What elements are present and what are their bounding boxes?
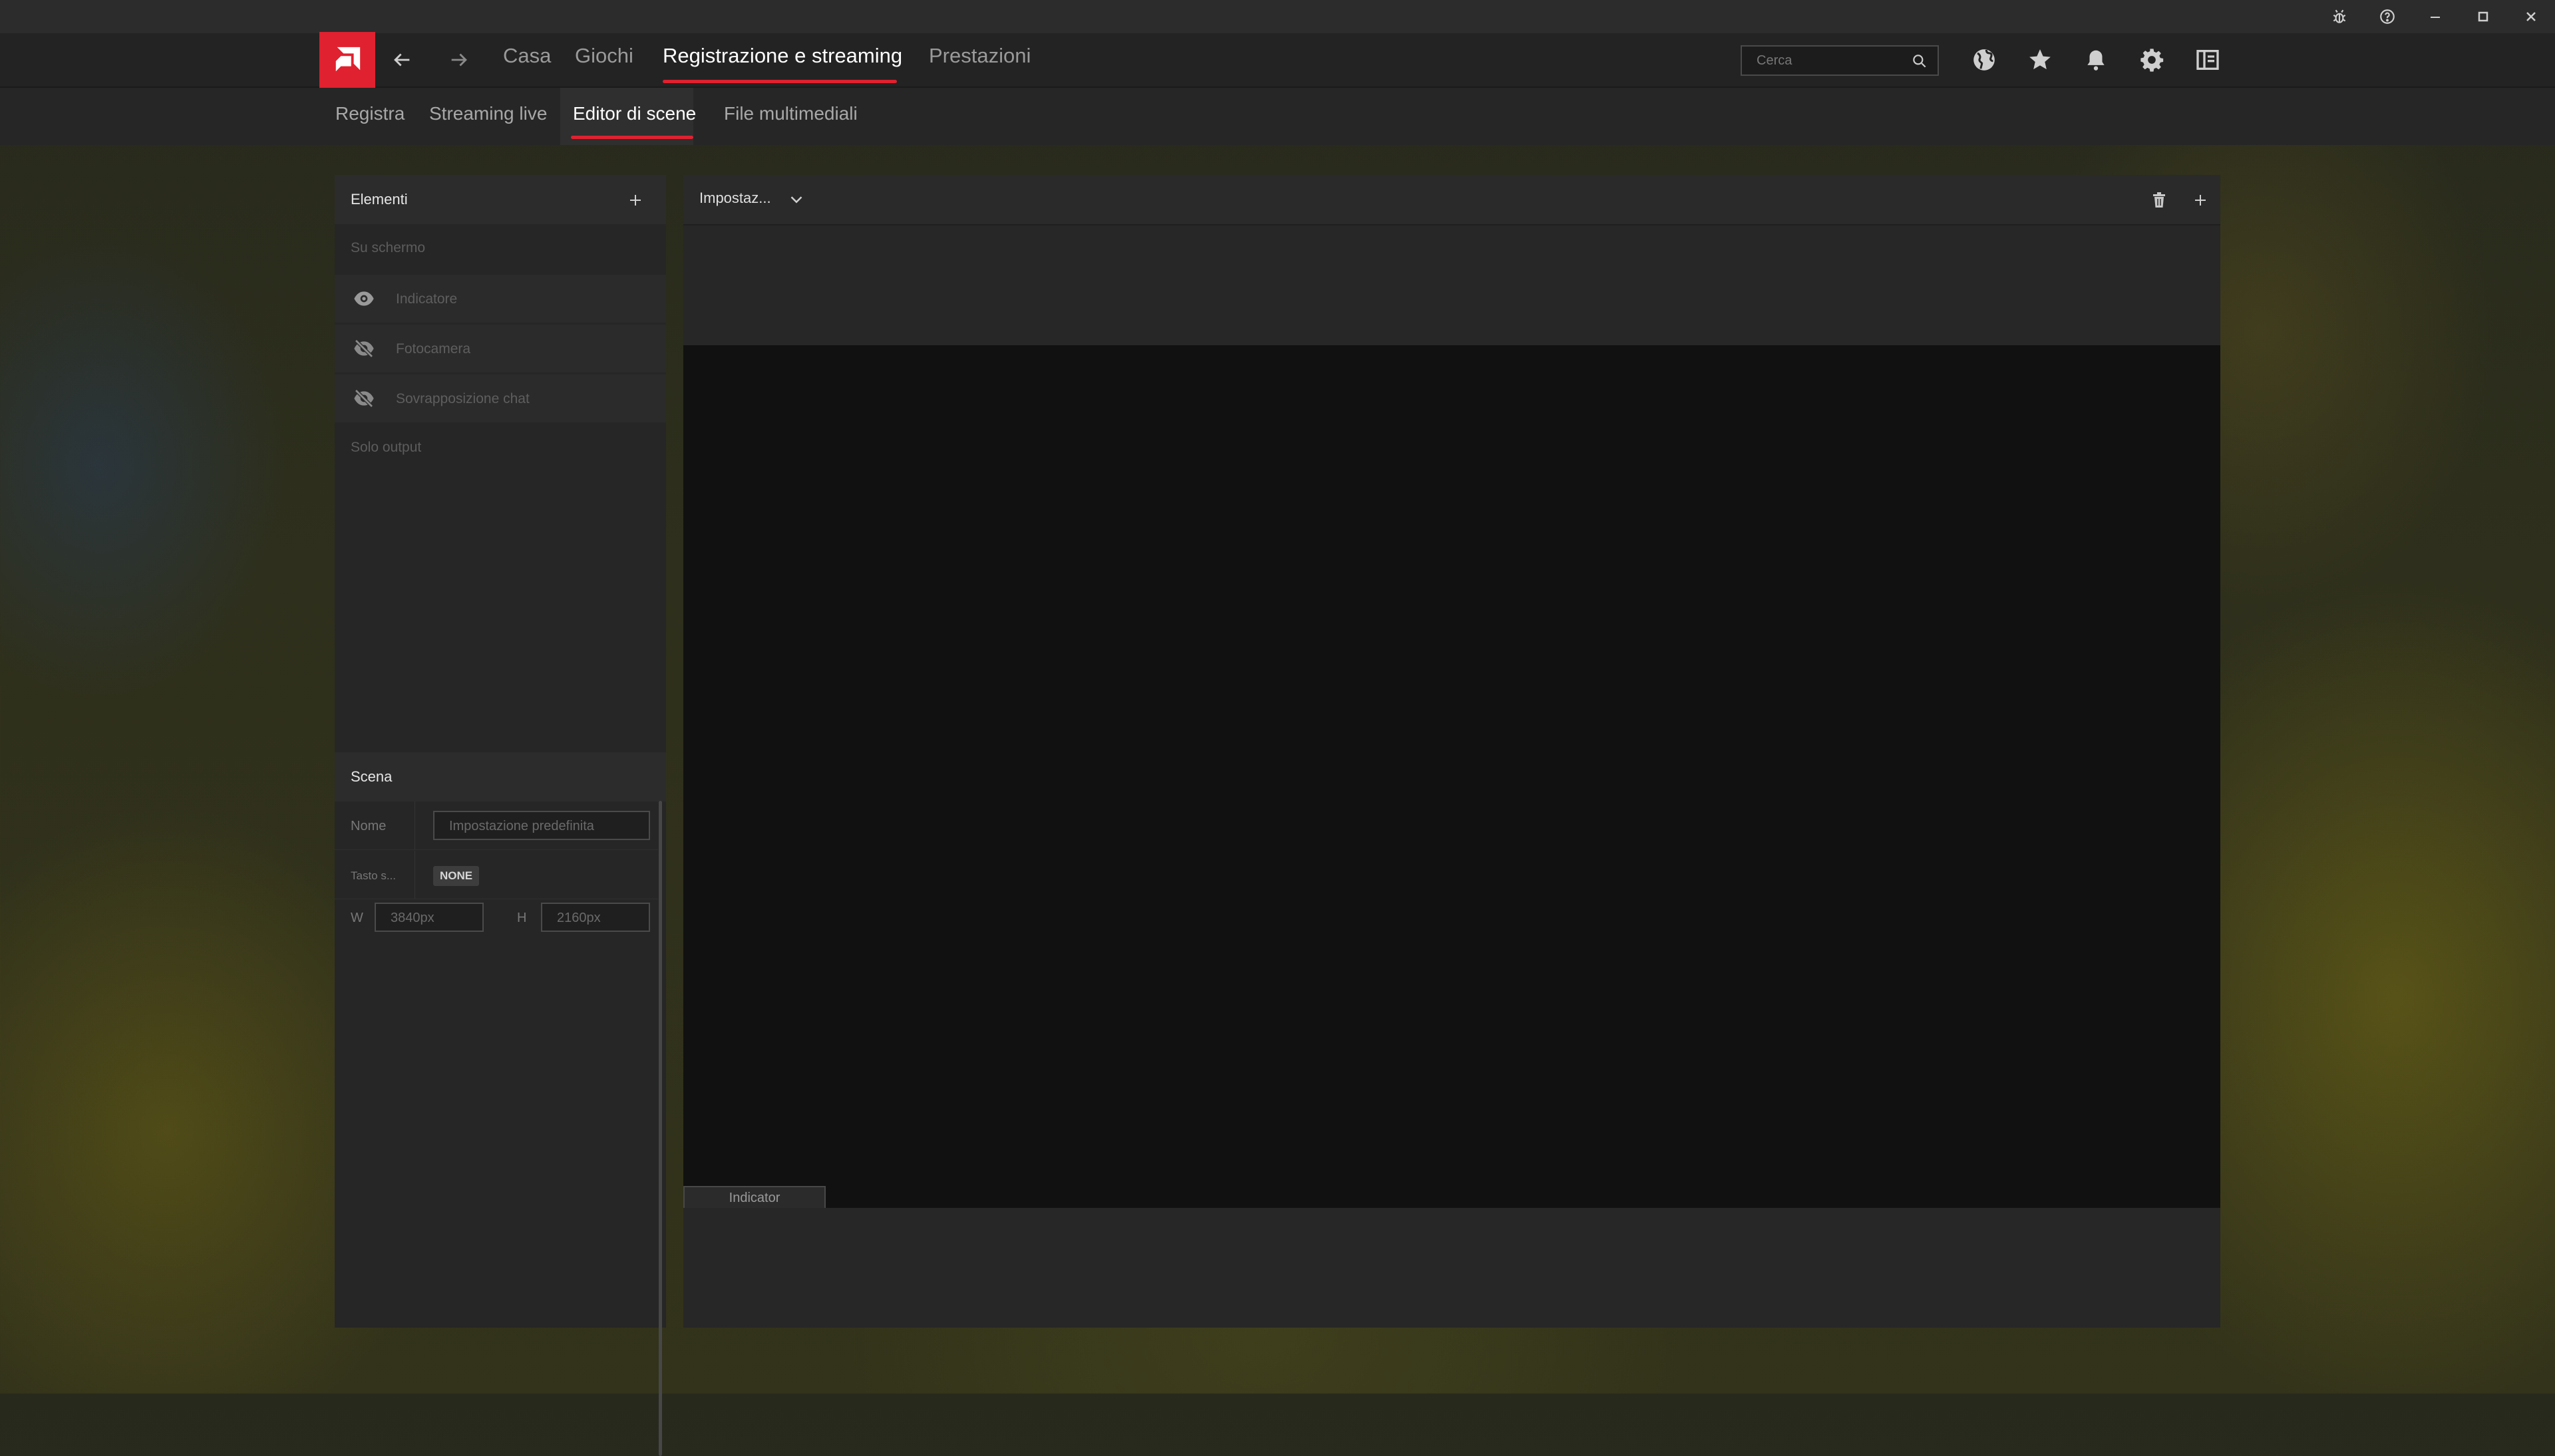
panel-icon[interactable] <box>2190 43 2225 77</box>
globe-icon[interactable] <box>1967 43 2001 77</box>
elements-title: Elementi <box>351 191 408 208</box>
scene-toolbar: Impostaz... <box>683 175 2220 224</box>
nav-tab-registrazione[interactable]: Registrazione e streaming <box>663 44 902 81</box>
add-scene-icon[interactable] <box>2187 187 2214 214</box>
arrow-left-icon[interactable] <box>383 41 421 78</box>
search-input[interactable]: Cerca <box>1757 53 1792 69</box>
title-bar <box>0 0 2555 33</box>
subtab-editor-di-scene[interactable]: Editor di scene <box>573 103 696 124</box>
subtab-registra[interactable]: Registra <box>335 103 405 124</box>
search-box[interactable]: Cerca <box>1741 45 1939 76</box>
scene-header: Scena <box>335 752 666 801</box>
width-input[interactable]: 3840px <box>375 903 484 932</box>
hotkey-label: Tasto s... <box>351 869 397 882</box>
active-tab-indicator <box>663 80 897 83</box>
element-label: Fotocamera <box>396 341 471 357</box>
subtab-streaming-live[interactable]: Streaming live <box>429 103 547 124</box>
add-element-icon[interactable] <box>622 187 649 214</box>
eye-icon[interactable] <box>353 289 375 308</box>
eye-off-icon[interactable] <box>353 339 375 358</box>
element-label: Indicatore <box>396 291 458 307</box>
scene-hotkey-row: Tasto s... NONE <box>335 851 658 899</box>
scene-canvas[interactable] <box>683 345 2220 1208</box>
scene-bottom-strip <box>683 1208 2220 1328</box>
amd-logo[interactable] <box>319 32 375 88</box>
canvas-indicator-element[interactable]: Indicator <box>683 1186 826 1210</box>
minimize-icon[interactable] <box>2409 0 2462 33</box>
arrow-right-icon[interactable] <box>440 41 478 78</box>
bug-icon[interactable] <box>2313 0 2366 33</box>
scene-name-label: Nome <box>351 819 387 833</box>
subtab-file-multimediali[interactable]: File multimediali <box>724 103 858 124</box>
scene-title: Scena <box>351 768 393 785</box>
height-input[interactable]: 2160px <box>541 903 650 932</box>
bell-icon[interactable] <box>2079 43 2113 77</box>
scene-name-input[interactable]: Impostazione predefinita <box>433 811 650 840</box>
height-label: H <box>517 911 527 925</box>
maximize-icon[interactable] <box>2457 0 2510 33</box>
star-icon[interactable] <box>2023 43 2057 77</box>
nav-tab-giochi[interactable]: Giochi <box>575 44 633 81</box>
elements-panel: Elementi Su schermo Indicatore Fotocamer… <box>335 175 666 1456</box>
help-icon[interactable] <box>2361 0 2414 33</box>
active-subtab-indicator <box>571 136 693 139</box>
nav-tab-casa[interactable]: Casa <box>503 44 551 81</box>
scene-size-row: W 3840px H 2160px <box>335 900 658 948</box>
eye-off-icon[interactable] <box>353 389 375 408</box>
nav-tab-prestazioni[interactable]: Prestazioni <box>929 44 1031 81</box>
element-item-sovrapposizione-chat[interactable]: Sovrapposizione chat <box>335 374 666 422</box>
trash-icon[interactable] <box>2146 187 2172 214</box>
elements-header: Elementi <box>335 175 666 224</box>
on-screen-label: Su schermo <box>351 240 426 255</box>
output-only-label: Solo output <box>351 440 422 455</box>
element-label: Sovrapposizione chat <box>396 391 530 406</box>
scene-select[interactable]: Impostaz... <box>699 190 771 207</box>
scene-top-strip <box>683 225 2220 345</box>
chevron-down-icon[interactable] <box>786 190 806 210</box>
scene-scrollbar[interactable] <box>659 801 662 1456</box>
scene-name-row: Nome Impostazione predefinita <box>335 801 658 850</box>
close-icon[interactable] <box>2504 0 2555 33</box>
scene-editor-panel: Impostaz... Indicator <box>683 175 2220 1328</box>
element-item-fotocamera[interactable]: Fotocamera <box>335 325 666 372</box>
element-item-indicatore[interactable]: Indicatore <box>335 275 666 323</box>
hotkey-button[interactable]: NONE <box>433 866 480 886</box>
width-label: W <box>351 911 363 925</box>
search-icon[interactable] <box>1911 53 1928 70</box>
gear-icon[interactable] <box>2134 43 2169 77</box>
